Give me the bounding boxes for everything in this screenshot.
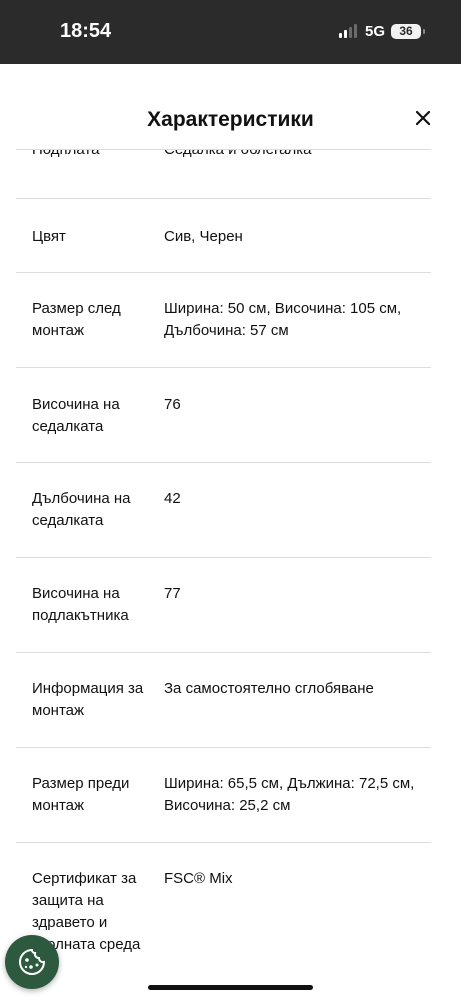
status-time: 18:54 (60, 20, 112, 42)
status-indicators: 5G 36 (338, 22, 425, 40)
close-icon (416, 111, 430, 125)
spec-value: Ширина: 50 см, Височина: 105 см, Дълбочи… (164, 300, 402, 339)
network-type: 5G (364, 22, 385, 40)
row-divider (16, 462, 431, 463)
spec-label: Цвят (32, 228, 66, 245)
row-divider (16, 198, 431, 199)
spec-value: Седалка и облегалка (164, 150, 434, 161)
row-divider (16, 747, 431, 748)
spec-value: 42 (164, 490, 181, 507)
spec-value: 77 (164, 585, 181, 602)
spec-label: Височина на седалката (32, 396, 120, 435)
spec-value: 76 (164, 396, 181, 413)
specs-list[interactable]: Подплата Седалка и облегалка Цвят Сив, Ч… (0, 150, 461, 999)
cookie-settings-button[interactable] (5, 935, 59, 989)
status-bar: 18:54 5G 36 (0, 0, 461, 64)
spec-label: Височина на подлакътника (32, 585, 129, 624)
battery-icon: 36 (391, 23, 425, 39)
spec-label: Размер преди монтаж (32, 775, 130, 814)
spec-label: Дълбочина на седалката (32, 490, 131, 529)
cookie-icon (19, 948, 46, 975)
signal-icon (338, 24, 357, 38)
spec-label: Размер след монтаж (32, 300, 121, 339)
row-divider (16, 367, 431, 368)
row-divider (16, 272, 431, 273)
row-divider (16, 557, 431, 558)
spec-value: Сив, Черен (164, 228, 243, 245)
row-divider (16, 652, 431, 653)
page-title: Характеристики (147, 108, 314, 131)
spec-value: За самостоятелно сглобяване (164, 680, 374, 697)
sheet-header: Характеристики (0, 64, 461, 150)
spec-value: Ширина: 65,5 см, Дължина: 72,5 см, Височ… (164, 775, 415, 814)
spec-label: Подплата (32, 150, 154, 161)
home-indicator (148, 985, 313, 990)
spec-label: Информация за монтаж (32, 680, 144, 719)
close-button[interactable] (413, 108, 433, 128)
spec-value: FSC® Mix (164, 870, 233, 887)
row-divider (16, 842, 431, 843)
